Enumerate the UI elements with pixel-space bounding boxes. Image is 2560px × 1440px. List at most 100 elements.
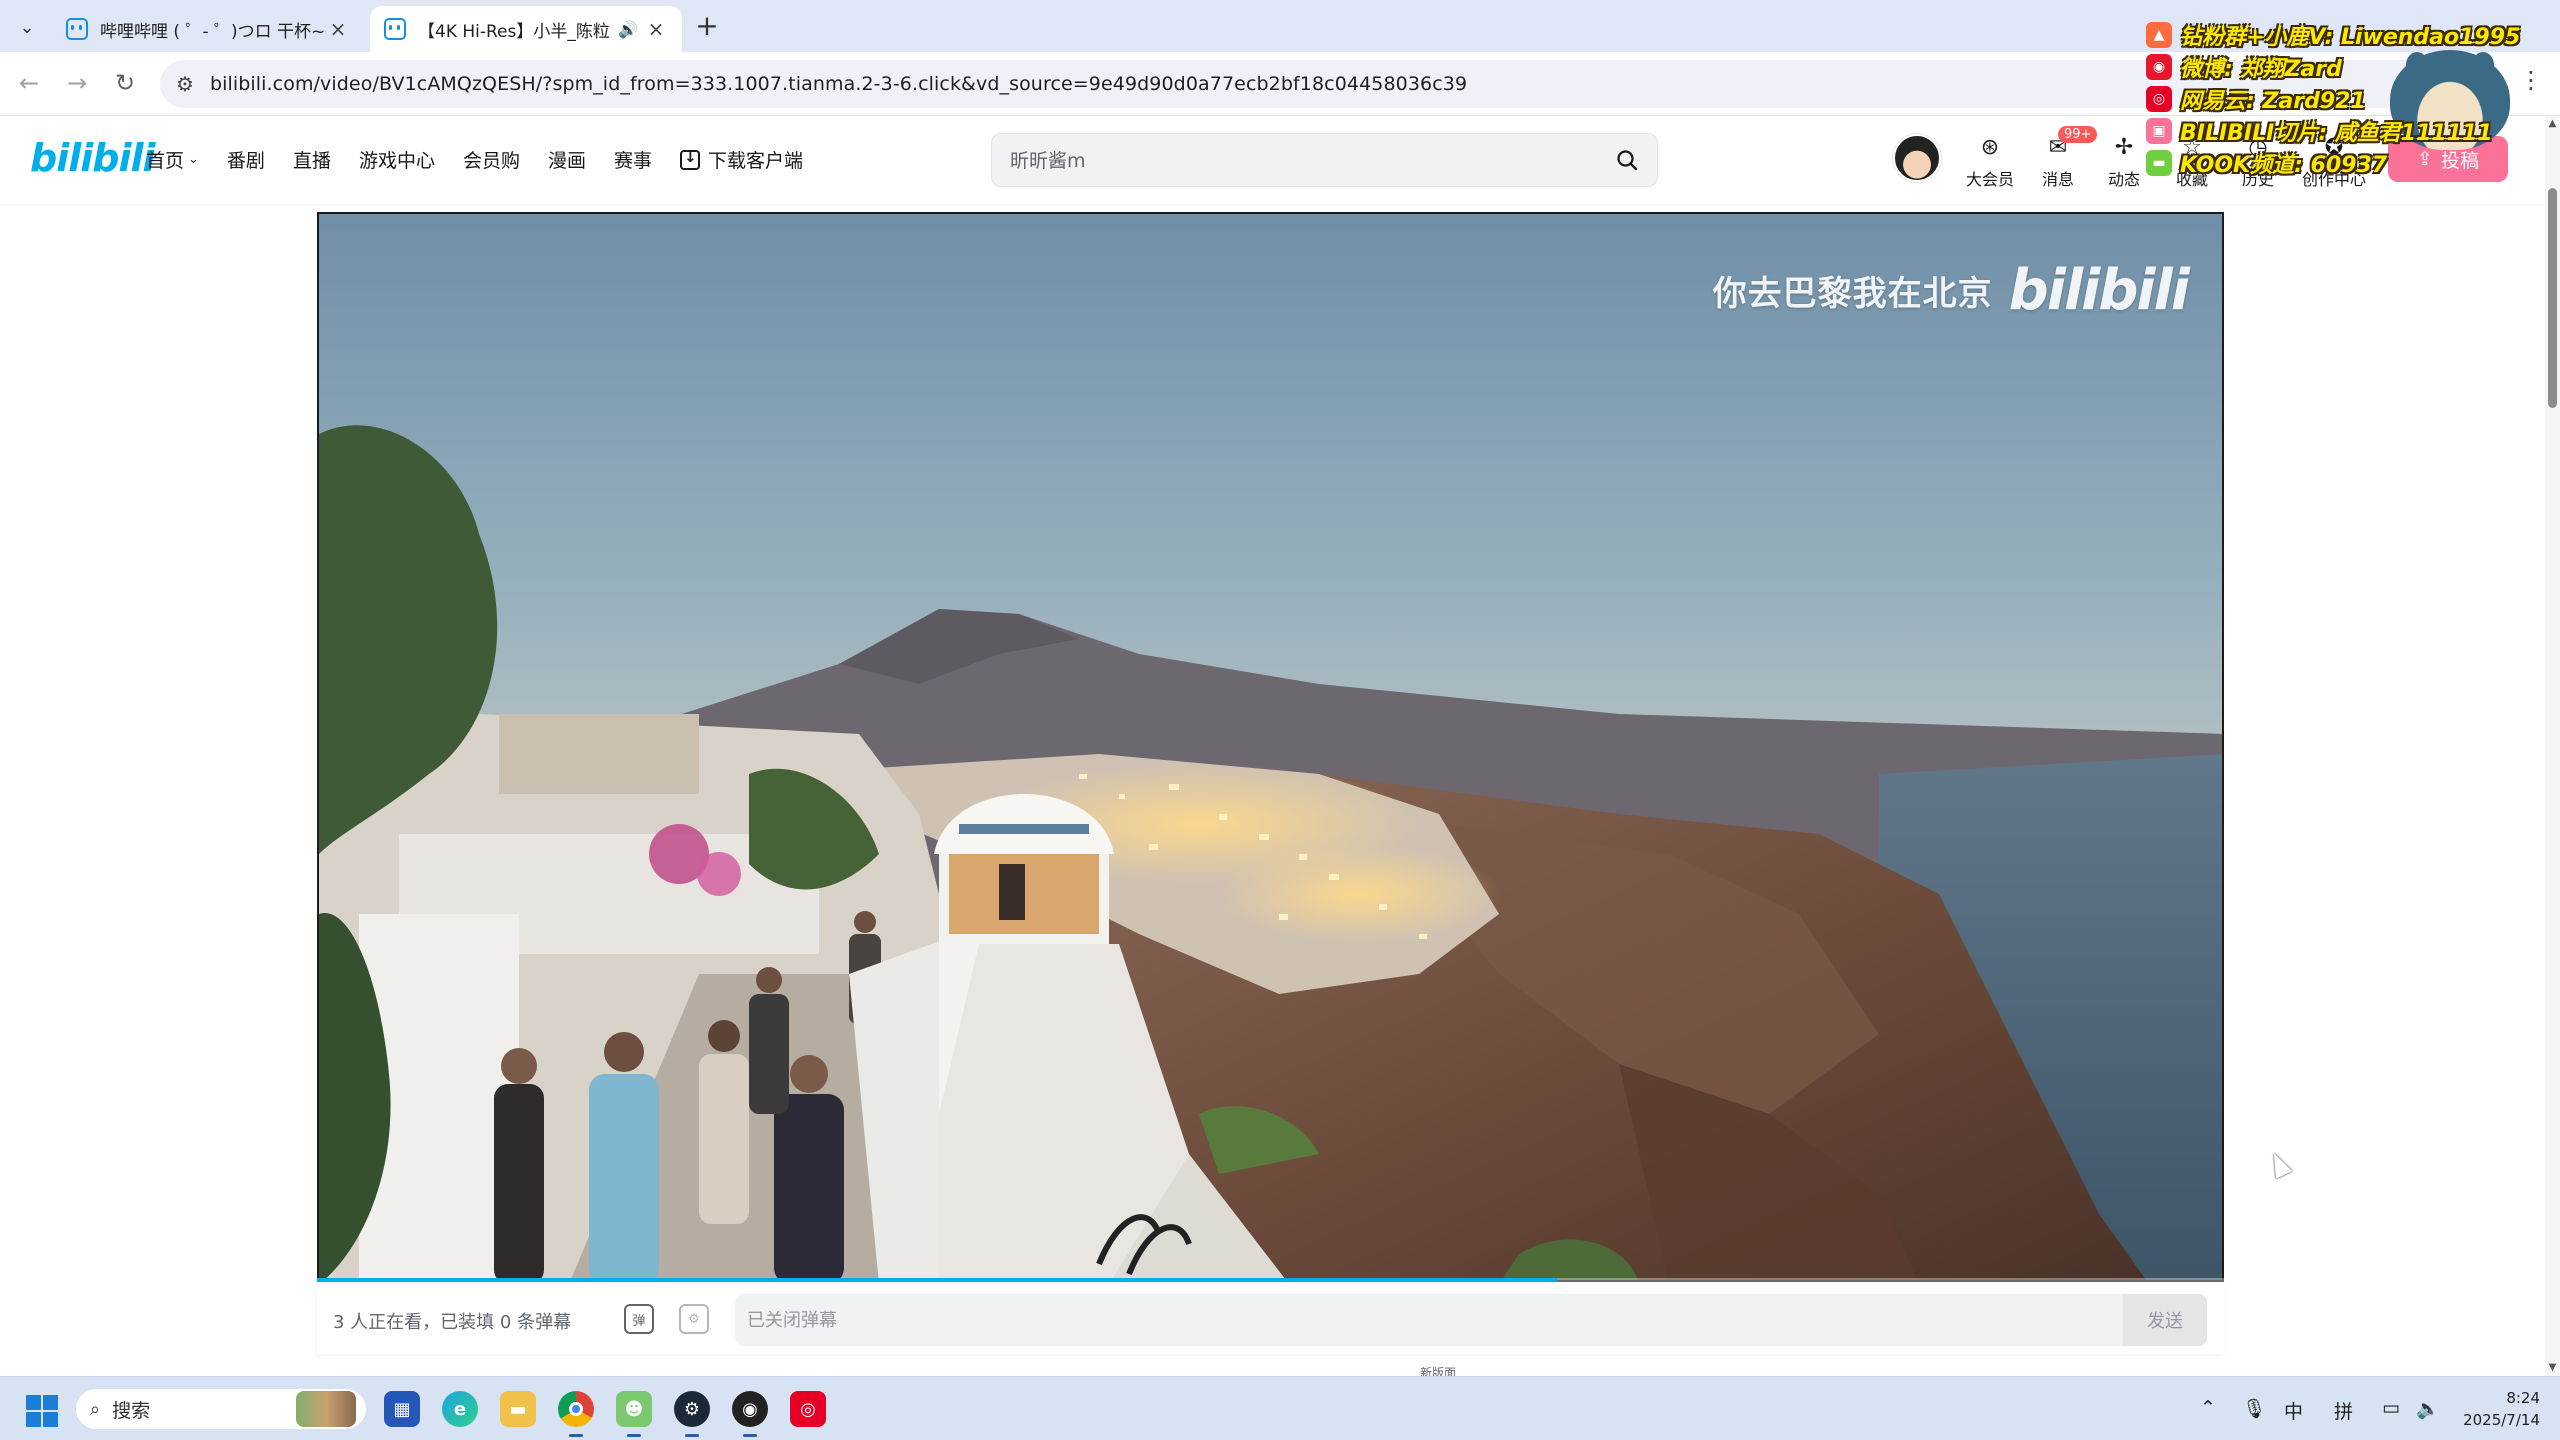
edge-icon[interactable]: e <box>442 1391 478 1427</box>
viewer-count: 3 人正在看，已装填 0 条弹幕 <box>333 1312 572 1333</box>
ime-language[interactable]: 中 <box>2284 1397 2303 1424</box>
message-count-badge: 99+ <box>2058 126 2098 143</box>
header-vip-label: 大会员 <box>1965 170 2014 189</box>
nav-item-mall[interactable]: 会员购 <box>463 146 520 173</box>
back-button[interactable]: ← <box>12 66 46 100</box>
header-dynamics[interactable]: ✢ 动态 <box>2094 134 2154 190</box>
dynamics-icon: ✢ <box>2114 135 2134 160</box>
video-progress-fill <box>317 1278 1557 1282</box>
tab-title: 【4K Hi-Res】小半_陈粒 治愈 <box>418 21 612 42</box>
tray-overflow-icon[interactable]: ⌃ <box>2200 1397 2216 1419</box>
bilibili-favicon-icon <box>66 18 88 40</box>
header-messages-label: 消息 <box>2041 170 2074 189</box>
video-frame-santorini <box>319 214 2222 1280</box>
video-watermark: 你去巴黎我在北京 bilibili <box>1712 258 2190 323</box>
chrome-icon[interactable] <box>558 1391 594 1437</box>
scroll-down-icon[interactable]: ▼ <box>2545 1360 2560 1376</box>
volume-icon[interactable]: 🔈 <box>2416 1397 2440 1420</box>
overlay-line-netease: ◎ 网易云: Zard921 <box>2146 84 2366 114</box>
bilibili-favicon-icon <box>384 18 406 40</box>
nav-item-manga[interactable]: 漫画 <box>548 146 586 173</box>
nav-item-anime[interactable]: 番剧 <box>227 146 265 173</box>
overlay-text: BILIBILI切片: 咸鱼君111111 <box>2180 121 2493 146</box>
search-icon: ⌕ <box>90 1398 101 1420</box>
nav-item-esports[interactable]: 赛事 <box>614 146 652 173</box>
clock-date: 2025/7/14 <box>2463 1411 2540 1429</box>
weibo-icon: ◉ <box>2146 54 2172 80</box>
nav-label: 下载客户端 <box>708 150 804 172</box>
nav-label: 首页 <box>146 150 185 172</box>
watermark-bilibili-logo: bilibili <box>2008 258 2190 323</box>
overlay-text: KOOK频道: 60937 <box>2180 153 2388 178</box>
search-box <box>991 133 1658 187</box>
user-avatar[interactable] <box>1893 134 1941 182</box>
overlay-line-fans: ▲ 钻粉群+小鹿V: Liwendao1995 <box>2146 20 2520 50</box>
microphone-icon[interactable]: 🎙 <box>2242 1397 2266 1420</box>
overlay-line-bilibili: ▣ BILIBILI切片: 咸鱼君111111 <box>2146 116 2493 146</box>
fan-group-icon: ▲ <box>2146 22 2172 48</box>
mouse-cursor-icon <box>2265 1149 2293 1179</box>
network-icon[interactable]: ▭ <box>2382 1397 2400 1419</box>
netease-music-icon: ◎ <box>2146 86 2172 112</box>
site-settings-icon[interactable]: ⚙ <box>176 72 194 96</box>
reload-button[interactable]: ↻ <box>108 66 142 100</box>
kook-icon: ▬ <box>2146 150 2172 176</box>
nav-item-live[interactable]: 直播 <box>293 146 331 173</box>
header-dynamics-label: 动态 <box>2107 170 2140 189</box>
overlay-line-weibo: ◉ 微博: 郑翔Zard <box>2146 52 2342 82</box>
danmaku-input[interactable] <box>735 1294 2175 1346</box>
video-progress-bar[interactable] <box>317 1278 2224 1282</box>
windows-store-icon[interactable]: ▦ <box>384 1391 420 1427</box>
clock-time: 8:24 <box>2506 1389 2540 1407</box>
windows-taskbar: ⌕ 搜索 ▦ e ▬ ☻ ⚙ ◉ ◎ ⌃ 🎙 中 拼 ▭ 🔈 8:24 2025… <box>0 1376 2560 1440</box>
nav-item-home[interactable]: 首页 ⌄ <box>146 146 199 173</box>
taskbar-search-label: 搜索 <box>112 1399 151 1422</box>
watermark-text: 你去巴黎我在北京 <box>1712 274 1993 314</box>
address-url[interactable]: bilibili.com/video/BV1cAMQzQESH/?spm_id_… <box>210 73 1467 95</box>
overlay-text: 网易云: Zard921 <box>2180 89 2366 114</box>
steam-icon[interactable]: ⚙ <box>674 1391 710 1437</box>
address-bar[interactable]: ⚙ bilibili.com/video/BV1cAMQzQESH/?spm_i… <box>160 60 2450 108</box>
ime-mode[interactable]: 拼 <box>2334 1397 2353 1424</box>
tab-search-dropdown-icon[interactable]: ⌄ <box>12 12 42 42</box>
danmaku-toggle-icon[interactable]: 弹 <box>624 1304 654 1334</box>
forward-button[interactable]: → <box>60 66 94 100</box>
system-clock[interactable]: 8:24 2025/7/14 <box>2440 1387 2540 1431</box>
stream-info-overlay: ▲ 钻粉群+小鹿V: Liwendao1995 ◉ 微博: 郑翔Zard ◎ 网易云:… <box>2146 20 2546 178</box>
overlay-text: 钻粉群+小鹿V: Liwendao1995 <box>2180 25 2521 50</box>
download-icon <box>680 148 701 170</box>
chevron-down-icon: ⌄ <box>188 152 199 167</box>
video-player[interactable]: 你去巴黎我在北京 bilibili <box>317 212 2224 1282</box>
file-explorer-icon[interactable]: ▬ <box>500 1391 536 1427</box>
danmaku-bar: 3 人正在看，已装填 0 条弹幕 弹 ⚙ 发送 <box>317 1284 2224 1354</box>
windows-start-icon[interactable] <box>26 1395 58 1427</box>
close-tab-icon[interactable]: × <box>326 17 350 41</box>
scroll-up-icon[interactable]: ▲ <box>2545 116 2560 132</box>
bilibili-icon: ▣ <box>2146 118 2172 144</box>
game-icon[interactable]: ☻ <box>616 1391 652 1437</box>
tab-title: 哔哩哔哩 ( ゜- ゜)つロ 干杯~-bilibili <box>100 21 326 42</box>
search-icon[interactable] <box>1615 148 1639 172</box>
page-scrollbar[interactable]: ▲ ▼ <box>2545 116 2560 1376</box>
scroll-thumb[interactable] <box>2548 188 2557 408</box>
search-highlight-image <box>296 1391 356 1427</box>
speaker-icon[interactable]: 🔊 <box>618 20 638 39</box>
browser-tab-bilibili-home[interactable]: 哔哩哔哩 ( ゜- ゜)つロ 干杯~-bilibili × <box>52 6 364 52</box>
netease-music-icon[interactable]: ◎ <box>790 1391 826 1427</box>
overlay-text: 微博: 郑翔Zard <box>2180 57 2342 82</box>
new-tab-button[interactable]: + <box>692 12 722 42</box>
nav-item-download-client[interactable]: 下载客户端 <box>680 146 803 173</box>
danmaku-settings-icon[interactable]: ⚙ <box>679 1304 709 1334</box>
search-input[interactable] <box>1008 146 1568 176</box>
overlay-line-kook: ▬ KOOK频道: 60937 <box>2146 148 2387 178</box>
main-nav: 首页⌄ 番剧 直播 游戏中心 会员购 漫画 赛事 下载客户端 <box>146 146 831 173</box>
close-tab-icon[interactable]: × <box>644 17 668 41</box>
danmaku-send-button[interactable]: 发送 <box>2123 1294 2207 1346</box>
taskbar-search[interactable]: ⌕ 搜索 <box>76 1389 366 1429</box>
header-vip[interactable]: ⊛ 大会员 <box>1960 134 2020 190</box>
browser-tab-video[interactable]: 【4K Hi-Res】小半_陈粒 治愈 🔊 × <box>370 6 682 52</box>
vip-icon: ⊛ <box>1980 135 2000 160</box>
bilibili-logo[interactable]: bilibili <box>30 136 156 180</box>
obs-icon[interactable]: ◉ <box>732 1391 768 1437</box>
nav-item-game-center[interactable]: 游戏中心 <box>359 146 435 173</box>
